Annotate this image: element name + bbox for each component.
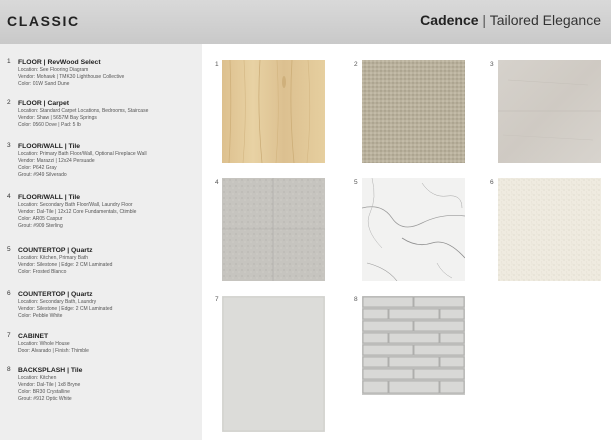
- spec-title: COUNTERTOP | Quartz: [18, 247, 93, 254]
- collection-title: Cadence | Tailored Elegance: [420, 12, 601, 28]
- spec-location: Location: See Flooring Diagram: [18, 67, 89, 73]
- swatch-label: 4: [215, 179, 219, 186]
- spec-location: Location: Kitchen, Primary Bath: [18, 255, 89, 261]
- spec-title: BACKSPLASH | Tile: [18, 367, 83, 374]
- swatch-label: 1: [215, 61, 219, 68]
- spec-number: 7: [7, 332, 11, 339]
- spec-color: Color: Frosted Blanco: [18, 269, 67, 275]
- spec-color: Color: BR30 Crystalline: [18, 389, 70, 395]
- spec-vendor: Vendor: Mohawk | TMK30 Lighthouse Collec…: [18, 74, 125, 80]
- spec-location: Location: Secondary Bath, Laundry: [18, 299, 97, 305]
- header-bar: CLASSIC Cadence | Tailored Elegance: [0, 0, 611, 44]
- swatch-board: 1 2 3 4 5 6 7 8: [202, 44, 611, 440]
- swatch-label: 5: [354, 179, 358, 186]
- spec-location: Location: Primary Bath Floor/Wall, Optio…: [18, 151, 147, 157]
- spec-color: Color: 0560 Dove | Pad: 5 lb: [18, 122, 81, 128]
- spec-number: 1: [7, 58, 11, 65]
- spec-item-countertop-kitchen: 5 COUNTERTOP | Quartz Location: Kitchen,…: [7, 246, 199, 276]
- swatch-speckled-quartz: [498, 178, 601, 281]
- swatch-carpet: [362, 60, 465, 163]
- spec-location: Location: Whole House: [18, 341, 70, 347]
- spec-item-floor-wall-tile-secondary: 4 FLOOR/WALL | Tile Location: Secondary …: [7, 193, 199, 230]
- spec-item-cabinet: 7 CABINET Location: Whole House Door: Al…: [7, 332, 199, 355]
- spec-vendor: Vendor: Shaw | 5657M Bay Springs: [18, 115, 97, 121]
- spec-location: Location: Kitchen: [18, 375, 57, 381]
- spec-number: 8: [7, 366, 11, 373]
- spec-item-countertop-secondary: 6 COUNTERTOP | Quartz Location: Secondar…: [7, 290, 199, 320]
- spec-grout: Grout: #912 Optic White: [18, 396, 72, 402]
- spec-color: Color: Pebble White: [18, 313, 63, 319]
- spec-vendor: Vendor: Marazzi | 12x24 Persuade: [18, 158, 95, 164]
- spec-vendor: Vendor: Silestone | Edge: 2 CM Laminated: [18, 306, 113, 312]
- spec-number: 5: [7, 246, 11, 253]
- swatch-gray-tile: [498, 60, 601, 163]
- spec-number: 3: [7, 142, 11, 149]
- spec-vendor: Vendor: Silestone | Edge: 2 CM Laminated: [18, 262, 113, 268]
- spec-location: Location: Standard Carpet Locations, Bed…: [18, 108, 149, 114]
- spec-title: FLOOR/WALL | Tile: [18, 143, 81, 150]
- spec-title: FLOOR/WALL | Tile: [18, 194, 81, 201]
- spec-number: 2: [7, 99, 11, 106]
- collection-tagline: Tailored Elegance: [489, 12, 601, 28]
- spec-item-backsplash: 8 BACKSPLASH | Tile Location: Kitchen Ve…: [7, 366, 199, 403]
- spec-title: FLOOR | Carpet: [18, 100, 69, 107]
- swatch-marble-quartz: [362, 178, 465, 281]
- swatch-label: 8: [354, 296, 358, 303]
- swatch-stone-tile: [222, 178, 325, 281]
- spec-title: COUNTERTOP | Quartz: [18, 291, 93, 298]
- spec-vendor: Vendor: Dal-Tile | 1x8 Bryne: [18, 382, 81, 388]
- swatch-label: 2: [354, 61, 358, 68]
- spec-color: Color: P642 Gray: [18, 165, 57, 171]
- spec-title: FLOOR | RevWood Select: [18, 59, 101, 66]
- spec-door: Door: Alvarado | Finish: Thimble: [18, 348, 89, 354]
- swatch-label: 7: [215, 296, 219, 303]
- collection-separator: |: [482, 12, 487, 28]
- brand-title: CLASSIC: [7, 13, 80, 29]
- spec-vendor: Vendor: Dal-Tile | 12x12 Core Fundamenta…: [18, 209, 137, 215]
- spec-grout: Grout: #949 Silverado: [18, 172, 67, 178]
- spec-item-floor-revwood: 1 FLOOR | RevWood Select Location: See F…: [7, 58, 199, 88]
- spec-item-floor-carpet: 2 FLOOR | Carpet Location: Standard Carp…: [7, 99, 199, 129]
- swatch-label: 6: [490, 179, 494, 186]
- spec-sidebar: 1 FLOOR | RevWood Select Location: See F…: [0, 44, 202, 440]
- spec-number: 4: [7, 193, 11, 200]
- spec-location: Location: Secondary Bath Floor/Wall, Lau…: [18, 202, 133, 208]
- spec-color: Color: AR05 Caspur: [18, 216, 63, 222]
- spec-grout: Grout: #909 Sterling: [18, 223, 63, 229]
- swatch-wood-floor: [222, 60, 325, 163]
- spec-color: Color: 01W Sand Dune: [18, 81, 70, 87]
- spec-item-floor-wall-tile-primary: 3 FLOOR/WALL | Tile Location: Primary Ba…: [7, 142, 199, 179]
- swatch-label: 3: [490, 61, 494, 68]
- swatch-cabinet-door: [222, 296, 325, 432]
- spec-number: 6: [7, 290, 11, 297]
- swatch-backsplash-tile: [362, 296, 465, 395]
- spec-title: CABINET: [18, 333, 49, 340]
- collection-name: Cadence: [420, 12, 479, 28]
